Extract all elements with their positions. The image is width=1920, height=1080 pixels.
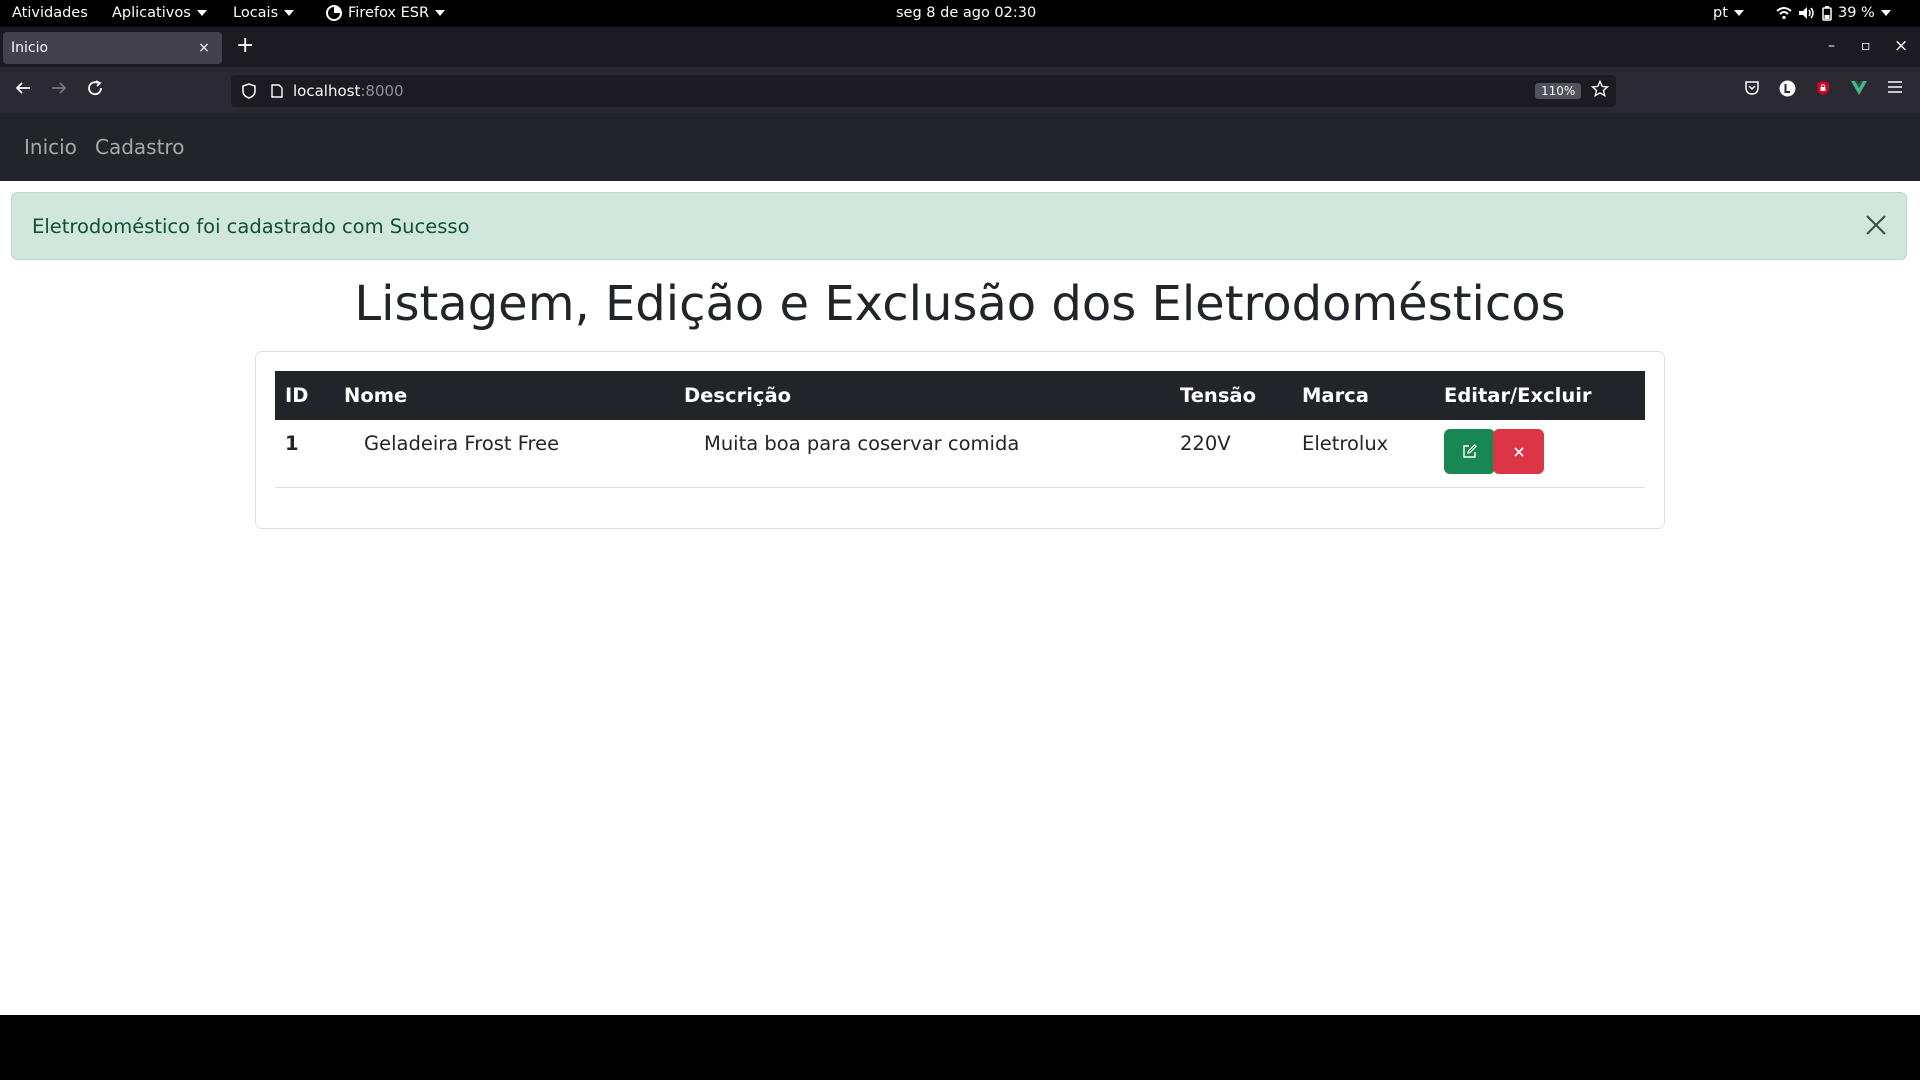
apps-menu[interactable]: Aplicativos [112, 5, 207, 21]
url-text[interactable]: localhost:8000 [293, 82, 404, 100]
chevron-down-icon [1733, 10, 1744, 16]
tab-inicio[interactable]: Inicio × [3, 32, 222, 64]
reload-button[interactable] [86, 79, 104, 102]
minimize-button[interactable]: – [1828, 38, 1835, 54]
system-top-bar: Atividades Aplicativos Locais Firefox ES… [0, 0, 1920, 27]
header-editar-excluir: Editar/Excluir [1444, 384, 1592, 407]
appliances-table: ID Nome Descrição Tensão Marca Editar/Ex… [275, 371, 1645, 488]
volume-icon [1799, 7, 1814, 19]
firefox-icon [326, 5, 342, 21]
edit-icon [1444, 429, 1495, 474]
pocket-icon [1745, 81, 1759, 95]
forward-button[interactable] [50, 79, 68, 102]
maximize-button[interactable]: ▫ [1861, 38, 1871, 54]
nav-link-cadastro[interactable]: Cadastro [95, 135, 184, 159]
delete-button[interactable] [1493, 429, 1544, 474]
extension-red-button[interactable] [1815, 80, 1831, 100]
shield-icon[interactable] [242, 83, 256, 99]
extension-vue-button[interactable] [1850, 80, 1868, 100]
arrow-left-icon [15, 82, 30, 94]
site-navbar: Inicio Cadastro [0, 113, 1920, 181]
close-icon[interactable]: × [194, 40, 214, 56]
screen-bottom-bar [0, 1015, 1920, 1080]
url-port: :8000 [360, 82, 404, 100]
header-marca: Marca [1302, 384, 1369, 407]
header-descricao: Descrição [684, 384, 791, 407]
datetime-label: seg 8 de ago 02:30 [896, 5, 1037, 21]
vue-devtools-icon [1851, 81, 1867, 95]
clock[interactable]: seg 8 de ago 02:30 [896, 5, 1036, 21]
battery-label: 39 % [1838, 5, 1875, 21]
star-icon [1590, 79, 1610, 98]
browser-app-menu[interactable]: Firefox ESR [326, 5, 446, 21]
tab-strip [0, 27, 1920, 67]
browser-app-label: Firefox ESR [348, 5, 430, 21]
success-alert: Eletrodoméstico foi cadastrado com Suces… [11, 192, 1907, 260]
page-title: Listagem, Edição e Exclusão dos Eletrodo… [354, 276, 1566, 332]
url-bar[interactable]: localhost:8000 [231, 75, 1616, 107]
language-label: pt [1713, 5, 1728, 21]
table-header: ID Nome Descrição Tensão Marca Editar/Ex… [275, 371, 1645, 420]
cell-actions [1434, 420, 1645, 487]
wifi-icon [1776, 7, 1792, 20]
x-icon [1493, 429, 1544, 474]
chevron-down-icon [435, 10, 446, 16]
table-card: ID Nome Descrição Tensão Marca Editar/Ex… [255, 351, 1665, 529]
status-menu[interactable]: 39 % [1776, 5, 1891, 21]
header-nome: Nome [344, 384, 408, 407]
cell-descricao: Muita boa para coservar comida [704, 432, 1020, 455]
arrow-right-icon [52, 82, 67, 94]
cell-marca: Eletrolux [1302, 432, 1389, 455]
activities-button[interactable]: Atividades [12, 5, 88, 21]
apps-label: Aplicativos [112, 5, 191, 21]
alert-message: Eletrodoméstico foi cadastrado com Suces… [32, 215, 470, 238]
battery-icon [1822, 5, 1832, 21]
cell-tensao: 220V [1180, 432, 1231, 455]
places-menu[interactable]: Locais [233, 5, 295, 21]
chevron-down-icon [1880, 10, 1891, 16]
nav-link-inicio[interactable]: Inicio [24, 135, 77, 159]
extension-l-button[interactable] [1779, 80, 1796, 101]
header-tensao: Tensão [1180, 384, 1256, 407]
hamburger-menu-icon [1888, 81, 1902, 93]
page-content: Eletrodoméstico foi cadastrado com Suces… [0, 181, 1920, 1015]
window-close-button[interactable]: × [1894, 36, 1908, 56]
tab-title: Inicio [11, 40, 49, 56]
chevron-down-icon [196, 10, 207, 16]
app-menu-button[interactable] [1887, 80, 1903, 98]
table-row: 1 Geladeira Frost Free Muita boa para co… [275, 420, 1645, 487]
header-id: ID [285, 384, 309, 407]
url-host: localhost [293, 82, 361, 100]
activities-label: Atividades [12, 5, 88, 21]
edit-button[interactable] [1444, 429, 1495, 474]
language-menu[interactable]: pt [1713, 5, 1744, 21]
places-label: Locais [233, 5, 279, 21]
zoom-level-button[interactable]: 110% [1535, 83, 1582, 99]
pocket-button[interactable] [1744, 80, 1760, 100]
cell-nome: Geladeira Frost Free [364, 432, 560, 455]
cell-id: 1 [285, 432, 299, 455]
bookmark-star-button[interactable] [1590, 79, 1610, 103]
new-tab-button[interactable]: + [236, 35, 254, 57]
reload-icon [88, 80, 102, 96]
close-icon[interactable] [1864, 213, 1888, 237]
chevron-down-icon [284, 10, 295, 16]
back-button[interactable] [14, 79, 32, 102]
ublock-extension-icon [1817, 81, 1829, 95]
page-icon[interactable] [271, 84, 283, 98]
lastpass-extension-icon [1779, 80, 1796, 97]
